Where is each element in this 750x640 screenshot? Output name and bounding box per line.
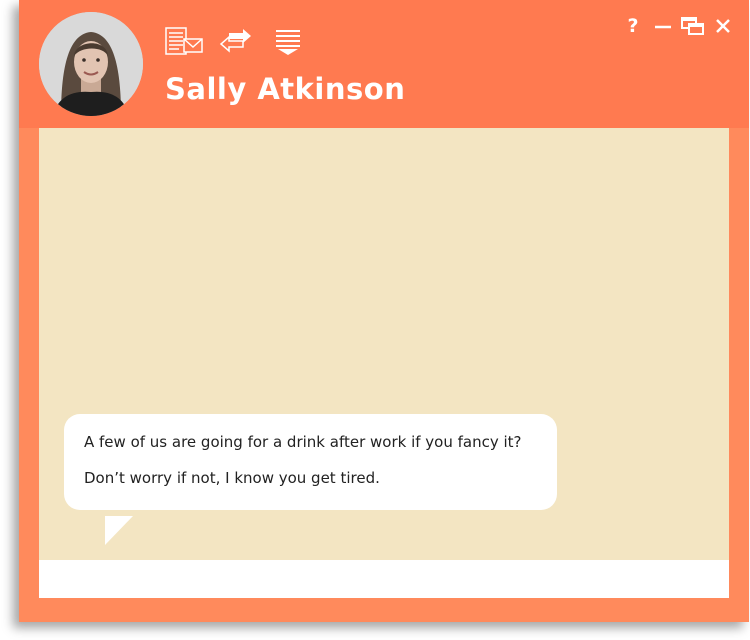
message-line: A few of us are going for a drink after …	[84, 433, 522, 451]
message-bubble-tail	[105, 516, 133, 545]
message-line: Don’t worry if not, I know you get tired…	[84, 469, 380, 487]
close-icon	[716, 19, 730, 33]
chat-toolbar	[165, 24, 307, 58]
restore-icon	[681, 17, 704, 35]
swap-button[interactable]	[217, 24, 255, 58]
minimize-button[interactable]	[651, 14, 675, 38]
contact-card-button[interactable]	[165, 24, 203, 58]
restore-button[interactable]	[681, 14, 705, 38]
help-button[interactable]: ?	[621, 14, 645, 38]
menu-dropdown-icon	[276, 30, 300, 55]
swap-arrows-icon	[219, 29, 251, 53]
contact-card-icon	[165, 27, 203, 55]
chat-header: Sally Atkinson ?	[19, 0, 749, 128]
avatar[interactable]	[39, 12, 143, 116]
message-area[interactable]: A few of us are going for a drink after …	[39, 128, 729, 560]
chat-window: Sally Atkinson ? A few of us are going f…	[19, 0, 749, 622]
avatar-photo	[39, 12, 143, 116]
window-controls: ?	[621, 14, 735, 38]
contact-name: Sally Atkinson	[165, 72, 406, 106]
close-button[interactable]	[711, 14, 735, 38]
message-bubble: A few of us are going for a drink after …	[64, 414, 557, 510]
menu-dropdown-button[interactable]	[269, 24, 307, 58]
message-input[interactable]	[39, 560, 729, 598]
help-icon: ?	[627, 15, 639, 37]
minimize-icon	[655, 25, 671, 29]
app-root: Sally Atkinson ? A few of us are going f…	[0, 0, 750, 640]
